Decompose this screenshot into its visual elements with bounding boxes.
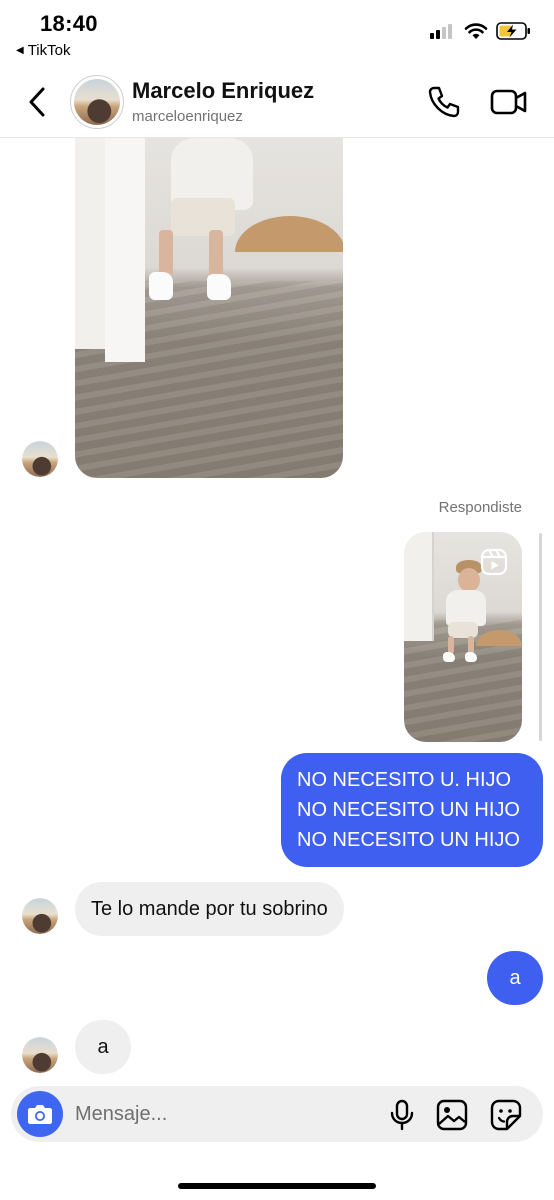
back-triangle-icon: ◀ <box>16 45 24 56</box>
reels-icon <box>480 548 508 576</box>
message-text: Te lo mande por tu sobrino <box>91 898 328 920</box>
message-line: NO NECESITO UN HIJO <box>297 799 520 821</box>
message-input[interactable] <box>75 1094 375 1134</box>
video-camera-icon <box>490 89 527 115</box>
sticker-button[interactable] <box>489 1098 523 1132</box>
contact-handle[interactable]: marceloenriquez <box>132 108 243 125</box>
gallery-button[interactable] <box>435 1098 469 1132</box>
received-text-message[interactable]: a <box>75 1020 131 1074</box>
contact-avatar[interactable] <box>70 75 124 129</box>
home-indicator[interactable] <box>178 1183 376 1189</box>
message-composer <box>11 1086 543 1142</box>
video-call-button[interactable] <box>490 84 528 120</box>
wifi-icon <box>464 23 488 39</box>
message-line: NO NECESITO UN HIJO <box>297 829 520 851</box>
camera-button[interactable] <box>17 1091 63 1137</box>
avatar-image <box>74 79 120 125</box>
back-app-label: TikTok <box>27 42 71 59</box>
back-button[interactable] <box>22 84 52 120</box>
contact-message-avatar[interactable] <box>22 898 58 934</box>
chevron-left-icon <box>29 87 45 117</box>
voice-message-button[interactable] <box>385 1098 419 1132</box>
status-time: 18:40 <box>40 11 98 36</box>
microphone-icon <box>390 1099 414 1131</box>
audio-call-button[interactable] <box>426 84 462 120</box>
status-bar: 18:40 ◀ TikTok <box>0 0 554 66</box>
battery-charging-icon <box>496 22 530 40</box>
chat-header: Marcelo Enriquez marceloenriquez <box>0 66 554 138</box>
message-line: NO NECESITO U. HIJO <box>297 769 512 791</box>
signal-icon <box>430 24 452 39</box>
photo-image <box>75 138 343 478</box>
contact-message-avatar[interactable] <box>22 1037 58 1073</box>
received-text-message[interactable]: Te lo mande por tu sobrino <box>75 882 344 936</box>
message-text: a <box>97 1036 109 1058</box>
avatar-image <box>22 1037 58 1073</box>
contact-name[interactable]: Marcelo Enriquez <box>132 78 314 104</box>
sent-text-message[interactable]: a <box>487 951 543 1005</box>
gallery-icon <box>436 1099 468 1131</box>
scrollbar[interactable] <box>539 533 542 741</box>
status-icons <box>430 22 532 40</box>
contact-message-avatar[interactable] <box>22 441 58 477</box>
camera-icon <box>28 1105 52 1124</box>
avatar-image <box>22 441 58 477</box>
reply-label: Respondiste <box>438 499 522 516</box>
message-text: a <box>509 967 521 989</box>
avatar-image <box>22 898 58 934</box>
phone-icon <box>428 86 460 118</box>
sticker-icon <box>490 1099 522 1131</box>
received-photo-message[interactable] <box>75 138 343 478</box>
sent-reel-message[interactable] <box>404 532 522 742</box>
back-to-app-link[interactable]: ◀ TikTok <box>16 42 70 59</box>
sent-text-message[interactable]: NO NECESITO U. HIJO NO NECESITO UN HIJO … <box>281 753 543 867</box>
